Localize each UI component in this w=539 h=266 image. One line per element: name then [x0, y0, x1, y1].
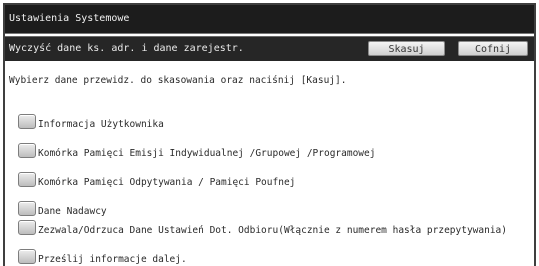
option-receive-settings[interactable]: Zezwala/Odrzuca Dane Ustawień Dot. Odbio… — [18, 217, 507, 237]
delete-button[interactable]: Skasuj — [368, 41, 445, 56]
checkbox[interactable] — [18, 220, 36, 235]
settings-window: Ustawienia Systemowe Wyczyść dane ks. ad… — [3, 3, 536, 266]
option-label: Komórka Pamięci Emisji Indywidualnej /Gr… — [38, 148, 376, 159]
option-broadcast-memory[interactable]: Komórka Pamięci Emisji Indywidualnej /Gr… — [18, 140, 375, 160]
window-title: Ustawienia Systemowe — [5, 5, 534, 34]
option-polling-memory[interactable]: Komórka Pamięci Odpytywania / Pamięci Po… — [18, 169, 295, 189]
option-forward-info[interactable]: Prześlij informacje dalej. — [18, 246, 187, 266]
option-sender-data[interactable]: Dane Nadawcy — [18, 198, 107, 218]
option-label: Informacja Użytkownika — [38, 119, 164, 130]
checkbox[interactable] — [18, 114, 36, 129]
header-label: Wyczyść dane ks. adr. i dane zarejestr. — [9, 43, 244, 54]
instruction-text: Wybierz dane przewidz. do skasowania ora… — [9, 75, 347, 86]
option-label: Komórka Pamięci Odpytywania / Pamięci Po… — [38, 177, 296, 188]
option-label: Zezwala/Odrzuca Dane Ustawień Dot. Odbio… — [38, 225, 507, 236]
header-bar: Wyczyść dane ks. adr. i dane zarejestr. … — [5, 36, 534, 61]
option-label: Prześlij informacje dalej. — [38, 254, 187, 265]
checkbox[interactable] — [18, 143, 36, 158]
option-user-info[interactable]: Informacja Użytkownika — [18, 111, 164, 131]
back-button[interactable]: Cofnij — [458, 41, 528, 56]
checkbox[interactable] — [18, 201, 36, 216]
checkbox[interactable] — [18, 249, 36, 264]
checkbox[interactable] — [18, 172, 36, 187]
